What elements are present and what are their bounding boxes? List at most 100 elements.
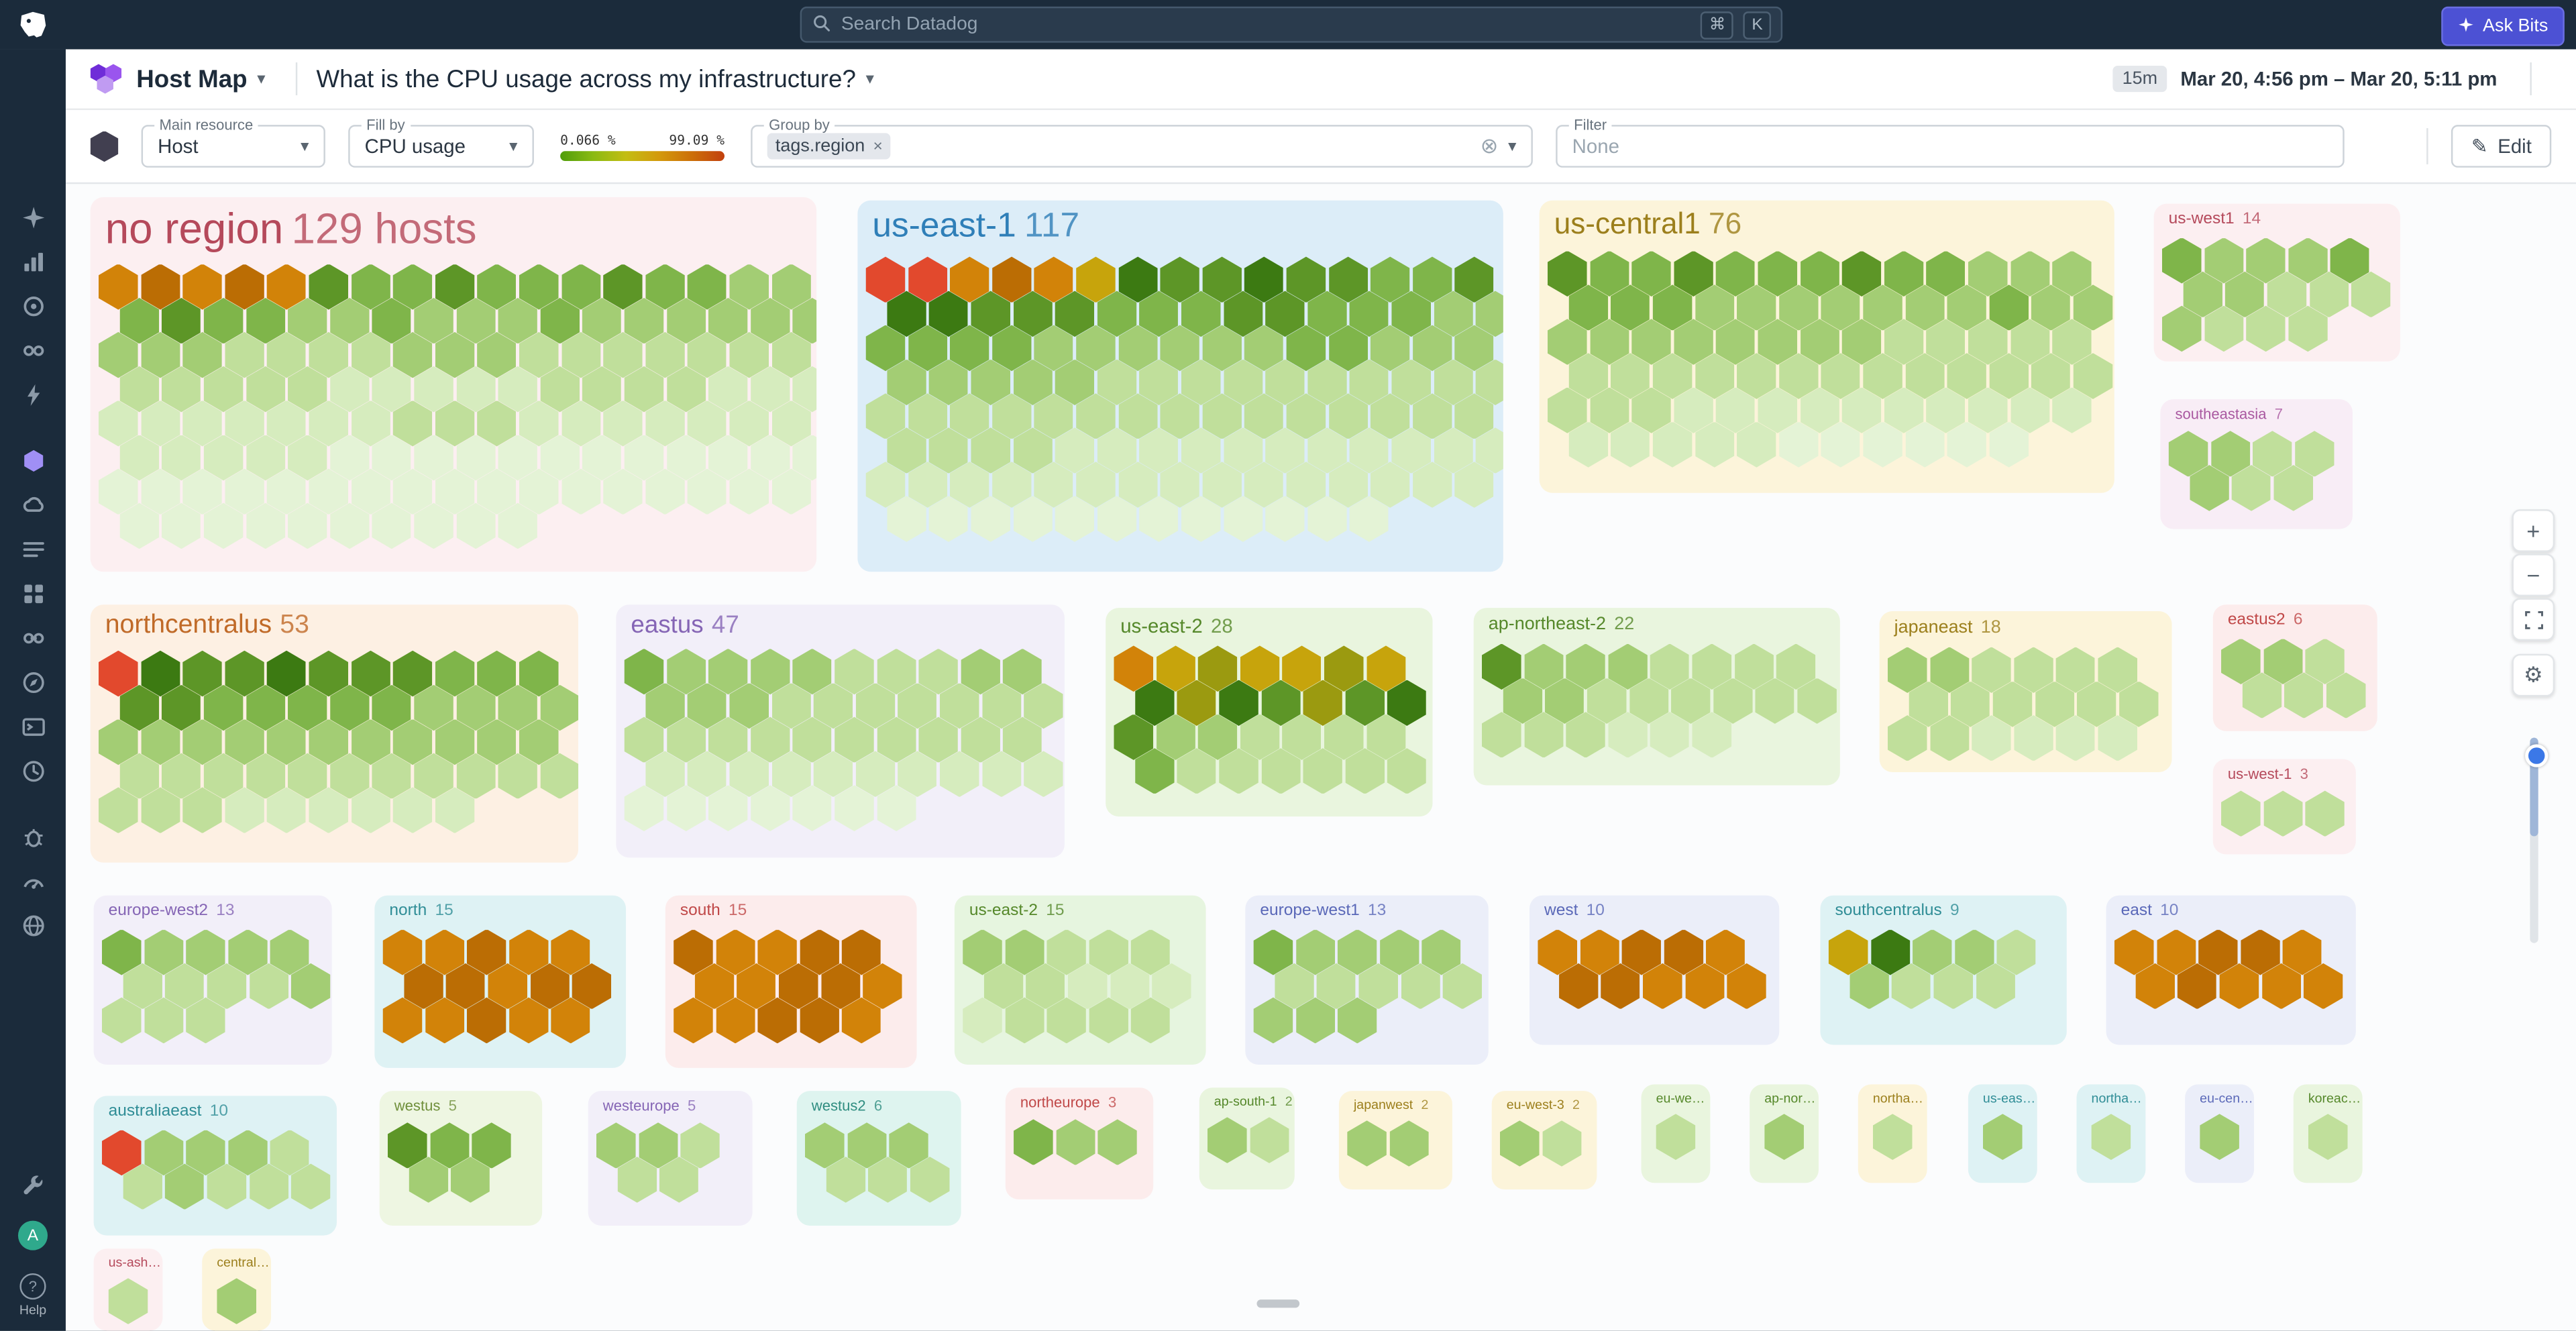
host-hexagon[interactable] xyxy=(1097,1119,1137,1165)
host-group-north[interactable]: north15 xyxy=(374,896,626,1068)
host-group-eastus[interactable]: eastus47 xyxy=(616,604,1065,857)
host-hexagon[interactable] xyxy=(1208,1117,1247,1163)
host-group-southcentralus[interactable]: southcentralus9 xyxy=(1820,896,2066,1045)
host-hexagon[interactable] xyxy=(1873,1114,1913,1160)
host-hexagon[interactable] xyxy=(2092,1114,2131,1160)
map-settings-gear-icon[interactable]: ⚙ xyxy=(2512,654,2555,697)
host-hexagon[interactable] xyxy=(1500,1120,1540,1167)
host-hexagon[interactable] xyxy=(1764,1114,1804,1160)
horizontal-scrollbar[interactable] xyxy=(1256,1299,1299,1308)
sidebar-item-error-tracking[interactable] xyxy=(11,820,54,863)
host-group-northeurope[interactable]: northeurope3 xyxy=(1006,1087,1153,1200)
sidebar-item-monitors[interactable] xyxy=(11,754,54,797)
host-group-westus[interactable]: westus5 xyxy=(380,1091,542,1226)
host-hexagon[interactable] xyxy=(1347,1120,1387,1167)
sidebar-item-integrations[interactable] xyxy=(11,621,54,664)
saved-view-question[interactable]: What is the CPU usage across my infrastr… xyxy=(317,65,856,93)
ask-bits-button[interactable]: Ask Bits xyxy=(2442,7,2565,46)
host-group-europe-west1[interactable]: europe-west113 xyxy=(1245,896,1488,1065)
host-hexagon[interactable] xyxy=(2221,791,2261,837)
sidebar-item-watchdog[interactable] xyxy=(11,201,54,244)
hexagon-map-type-icon[interactable] xyxy=(91,131,119,162)
host-group-eu-we[interactable]: eu-we… xyxy=(1642,1084,1711,1183)
zoom-slider[interactable] xyxy=(2529,738,2537,943)
host-group-us-east-2-15[interactable]: us-east-215 xyxy=(955,896,1206,1065)
host-group-us-west-1[interactable]: us-west-13 xyxy=(2213,759,2356,854)
sidebar-item-serverless[interactable] xyxy=(11,488,54,531)
host-group-us-ash[interactable]: us-ash… xyxy=(94,1248,163,1330)
host-hexagon[interactable] xyxy=(1014,1119,1053,1165)
host-group-ap-northeast-2[interactable]: ap-northeast-222 xyxy=(1474,608,1840,785)
host-group-westeurope[interactable]: westeurope5 xyxy=(588,1091,753,1226)
host-group-westus2[interactable]: westus26 xyxy=(797,1091,961,1226)
sidebar-item-logs[interactable] xyxy=(11,710,54,753)
sidebar-item-events[interactable] xyxy=(11,378,54,421)
sidebar-item-dashboards[interactable] xyxy=(11,577,54,620)
sidebar-item-infrastructure[interactable] xyxy=(11,443,54,486)
host-group-koreac[interactable]: koreac… xyxy=(2294,1084,2363,1183)
host-hexagon[interactable] xyxy=(1056,1119,1095,1165)
fill-by-select[interactable]: Fill by CPU usage ▾ xyxy=(348,125,534,168)
host-hexagon[interactable] xyxy=(1656,1114,1696,1160)
host-group-eastus2[interactable]: eastus26 xyxy=(2213,604,2377,731)
host-group-northa-2[interactable]: northa… xyxy=(2077,1084,2146,1183)
zoom-in-button[interactable]: + xyxy=(2512,509,2555,552)
help-button[interactable]: ? Help xyxy=(19,1273,46,1318)
host-hexagon[interactable] xyxy=(2200,1114,2239,1160)
host-group-no-region[interactable]: no region129 hosts xyxy=(91,197,816,572)
clear-icon[interactable]: ⊗ xyxy=(1481,133,1499,159)
chevron-down-icon[interactable]: ▾ xyxy=(257,70,265,88)
sidebar-item-synthetics[interactable] xyxy=(11,908,54,951)
time-range-text[interactable]: Mar 20, 4:56 pm – Mar 20, 5:11 pm xyxy=(2180,67,2497,90)
host-group-eu-cen[interactable]: eu-cen… xyxy=(2185,1084,2254,1183)
sidebar-item-rum[interactable] xyxy=(11,864,54,907)
chevron-down-icon[interactable]: ▾ xyxy=(866,70,874,88)
edit-button[interactable]: ✎ Edit xyxy=(2451,125,2551,168)
host-group-japaneast[interactable]: japaneast18 xyxy=(1880,611,2172,772)
host-hexagon[interactable] xyxy=(1983,1114,2023,1160)
host-hexagon[interactable] xyxy=(2305,791,2345,837)
group-by-tag-chip[interactable]: tags.region × xyxy=(767,133,891,159)
host-hexagon[interactable] xyxy=(1250,1117,1289,1163)
host-group-japanwest[interactable]: japanwest2 xyxy=(1339,1091,1452,1189)
sidebar-item-ci-pipelines[interactable] xyxy=(11,333,54,376)
sidebar-item-containers[interactable] xyxy=(11,532,54,575)
host-group-us-west1[interactable]: us-west114 xyxy=(2154,204,2400,362)
sidebar-item-service-map[interactable] xyxy=(11,666,54,708)
host-group-us-east-2[interactable]: us-east-228 xyxy=(1106,608,1432,816)
fit-to-screen-button[interactable] xyxy=(2512,598,2555,641)
main-resource-select[interactable]: Main resource Host ▾ xyxy=(142,125,325,168)
global-search-input[interactable]: Search Datadog ⌘ K xyxy=(800,7,1782,43)
host-group-central[interactable]: central… xyxy=(202,1248,271,1330)
datadog-logo[interactable] xyxy=(0,0,66,49)
host-group-europe-west2[interactable]: europe-west213 xyxy=(94,896,332,1065)
host-group-ap-south-1[interactable]: ap-south-12 xyxy=(1199,1087,1295,1189)
sidebar-item-metrics[interactable] xyxy=(11,245,54,288)
host-hexagon[interactable] xyxy=(1542,1120,1582,1167)
sidebar-item-apm[interactable] xyxy=(11,289,54,332)
user-avatar[interactable]: A xyxy=(18,1221,48,1250)
host-hexagon[interactable] xyxy=(109,1278,148,1324)
host-group-australiaeast[interactable]: australiaeast10 xyxy=(94,1096,337,1235)
host-group-southeastasia[interactable]: southeastasia7 xyxy=(2160,399,2353,529)
host-hexagon[interactable] xyxy=(217,1278,256,1324)
host-group-ap-nor[interactable]: ap-nor… xyxy=(1750,1084,1819,1183)
zoom-slider-thumb[interactable] xyxy=(2524,744,2547,767)
host-group-northa-1[interactable]: northa… xyxy=(1858,1084,1927,1183)
time-range-badge[interactable]: 15m xyxy=(2112,66,2167,92)
host-group-us-central1[interactable]: us-central176 xyxy=(1540,201,2114,493)
chip-remove-icon[interactable]: × xyxy=(873,137,882,155)
group-by-input[interactable]: Group by tags.region × ⊗ ▾ xyxy=(751,125,1533,168)
host-group-us-eas[interactable]: us-eas… xyxy=(1968,1084,2037,1183)
host-group-south[interactable]: south15 xyxy=(665,896,917,1068)
host-group-eu-west-3[interactable]: eu-west-32 xyxy=(1492,1091,1597,1189)
filter-input[interactable]: Filter None xyxy=(1556,125,2345,168)
host-hexagon[interactable] xyxy=(2263,791,2303,837)
host-group-west[interactable]: west10 xyxy=(1529,896,1779,1045)
host-group-east[interactable]: east10 xyxy=(2106,896,2356,1045)
host-group-us-east-1[interactable]: us-east-1117 xyxy=(857,201,1503,572)
host-hexagon[interactable] xyxy=(1389,1120,1429,1167)
zoom-out-button[interactable]: − xyxy=(2512,553,2555,596)
host-hexagon[interactable] xyxy=(2308,1114,2348,1160)
settings-wrench-icon[interactable] xyxy=(11,1163,54,1206)
